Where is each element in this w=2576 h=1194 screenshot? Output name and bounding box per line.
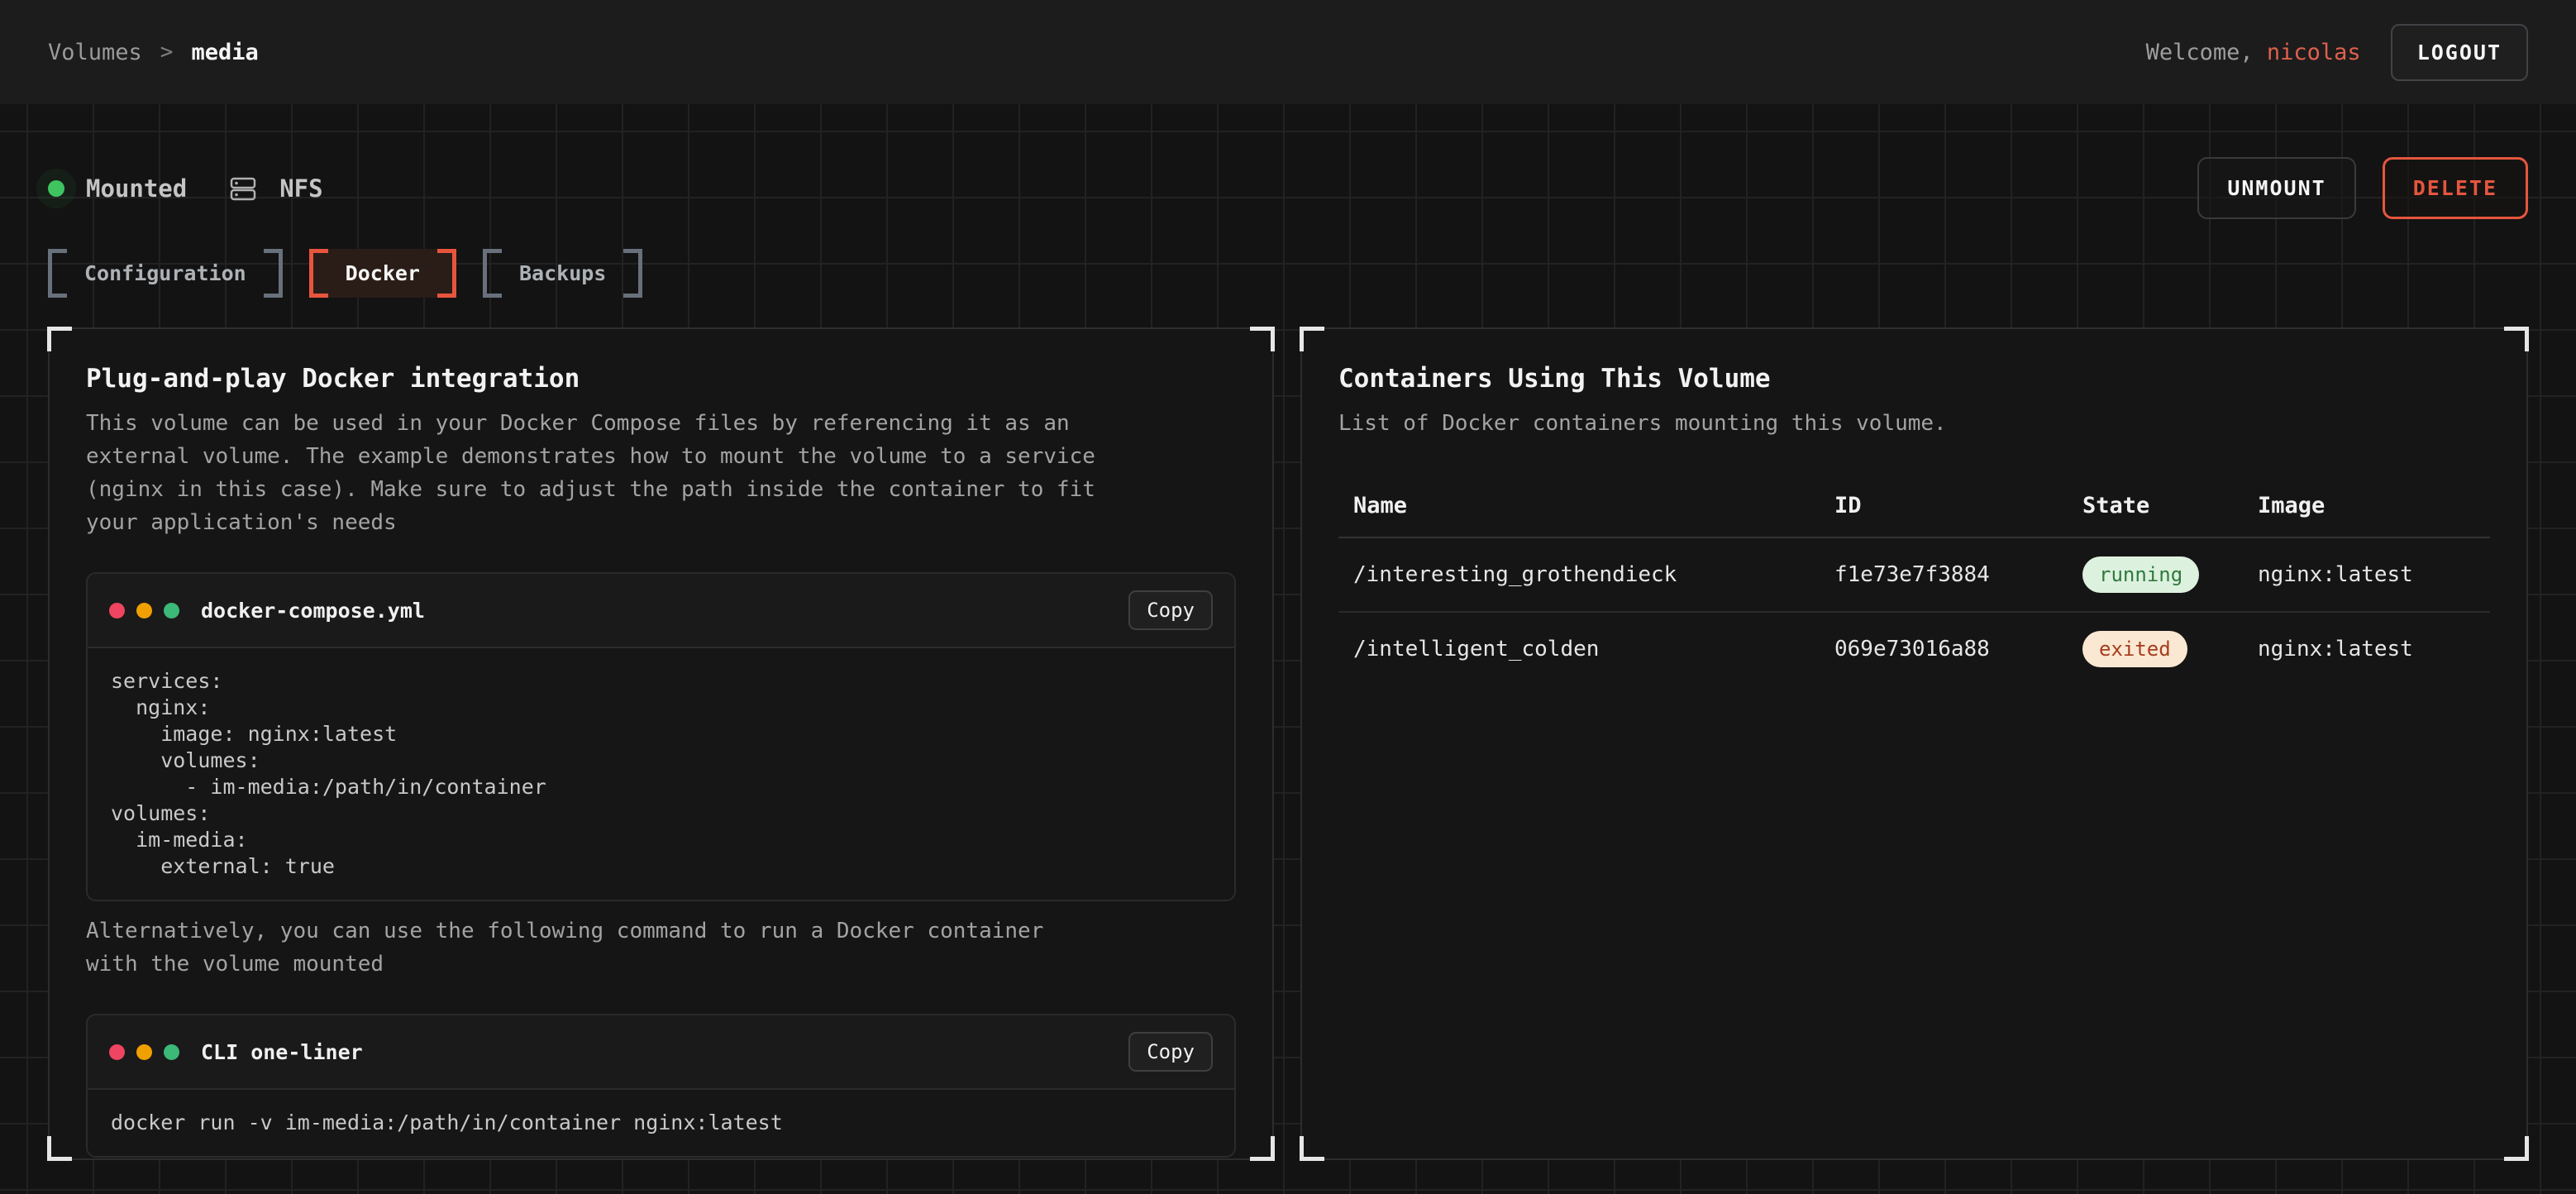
breadcrumb-volumes-link[interactable]: Volumes [48,40,142,65]
server-stack-icon [228,174,258,203]
table-row: /intelligent_colden 069e73016a88 exited … [1338,613,2490,685]
tab-bar: Configuration Docker Backups [48,249,2528,298]
cli-title: CLI one-liner [201,1040,363,1064]
cli-intro-text: Alternatively, you can use the following… [86,915,1103,981]
unmount-button[interactable]: UNMOUNT [2197,157,2355,219]
column-header-image: Image [2258,493,2490,518]
compose-filename: docker-compose.yml [201,599,425,623]
nfs-label: NFS [279,174,322,203]
logout-button[interactable]: LOGOUT [2391,24,2528,81]
corner-bracket-icon [2504,1136,2529,1161]
container-state: running [2082,556,2258,593]
docker-panel-description: This volume can be used in your Docker C… [86,407,1103,539]
corner-bracket-icon [47,1136,72,1161]
tab-docker[interactable]: Docker [309,249,456,298]
column-header-state: State [2082,493,2258,518]
column-header-id: ID [1834,493,2082,518]
volume-actions: UNMOUNT DELETE [2197,157,2528,219]
cli-code-header: CLI one-liner Copy [88,1015,1234,1090]
container-id: f1e73e7f3884 [1834,562,2082,587]
containers-panel-subtitle: List of Docker containers mounting this … [1338,407,2355,440]
welcome-prefix: Welcome, [2146,40,2267,65]
containers-table: Name ID State Image /interesting_grothen… [1338,493,2490,685]
topbar-right: Welcome, nicolas LOGOUT [2146,24,2528,81]
welcome-text: Welcome, nicolas [2146,40,2361,65]
tab-backups[interactable]: Backups [483,249,642,298]
traffic-light-green-icon [164,1044,179,1060]
container-name: /intelligent_colden [1338,637,1834,661]
panels: Plug-and-play Docker integration This vo… [48,327,2528,1160]
mounted-status-dot-icon [48,180,64,197]
traffic-light-yellow-icon [136,1044,152,1060]
chevron-right-icon: > [160,40,174,64]
container-image: nginx:latest [2258,637,2490,661]
compose-code: services: nginx: image: nginx:latest vol… [88,648,1234,900]
container-name: /interesting_grothendieck [1338,562,1834,587]
compose-code-window: docker-compose.yml Copy services: nginx:… [86,572,1236,901]
main-content: Mounted NFS UNMOUNT DELETE Configuration… [0,104,2576,1194]
tab-configuration[interactable]: Configuration [48,249,283,298]
username: nicolas [2267,40,2361,65]
volume-status: Mounted NFS [48,174,323,203]
breadcrumb: Volumes > media [48,40,259,65]
delete-button[interactable]: DELETE [2383,157,2528,219]
container-state: exited [2082,631,2258,667]
container-id: 069e73016a88 [1834,637,2082,661]
compose-code-header: docker-compose.yml Copy [88,574,1234,648]
cli-code-window: CLI one-liner Copy docker run -v im-medi… [86,1014,1236,1158]
corner-bracket-icon [1300,327,1324,351]
corner-bracket-icon [1300,1136,1324,1161]
status-badge: exited [2082,631,2187,667]
traffic-light-red-icon [109,1044,125,1060]
containers-panel: Containers Using This Volume List of Doc… [1300,327,2528,1160]
containers-panel-title: Containers Using This Volume [1338,364,2490,394]
corner-bracket-icon [1250,1136,1275,1161]
top-bar: Volumes > media Welcome, nicolas LOGOUT [0,0,2576,104]
docker-integration-panel: Plug-and-play Docker integration This vo… [48,327,1274,1160]
cli-code: docker run -v im-media:/path/in/containe… [88,1090,1234,1156]
corner-bracket-icon [47,327,72,351]
corner-bracket-icon [2504,327,2529,351]
breadcrumb-current-volume: media [191,40,258,65]
column-header-name: Name [1338,493,1834,518]
copy-cli-button[interactable]: Copy [1128,1032,1213,1072]
status-row: Mounted NFS UNMOUNT DELETE [48,104,2528,219]
corner-bracket-icon [1250,327,1275,351]
mounted-label: Mounted [86,174,187,203]
status-badge: running [2082,556,2199,593]
table-row: /interesting_grothendieck f1e73e7f3884 r… [1338,538,2490,613]
traffic-light-green-icon [164,603,179,618]
container-image: nginx:latest [2258,562,2490,587]
docker-panel-title: Plug-and-play Docker integration [86,364,1236,394]
traffic-light-red-icon [109,603,125,618]
traffic-light-yellow-icon [136,603,152,618]
copy-compose-button[interactable]: Copy [1128,590,1213,630]
table-header-row: Name ID State Image [1338,493,2490,538]
